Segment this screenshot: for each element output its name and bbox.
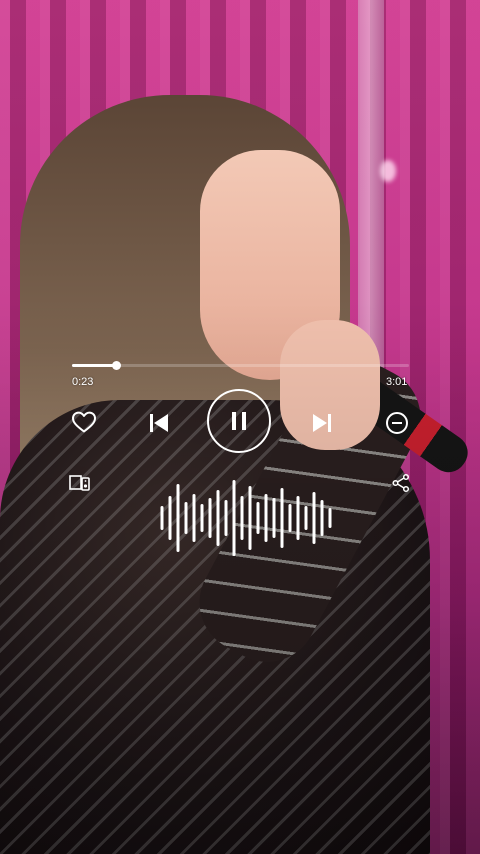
- visualizer-bar: [200, 504, 204, 532]
- visualizer-bar: [208, 498, 212, 538]
- previous-button[interactable]: [144, 408, 174, 438]
- visualizer-bar: [304, 506, 308, 530]
- visualizer-bar: [224, 500, 228, 536]
- visualizer-bar: [160, 506, 164, 530]
- visualizer-bar: [312, 492, 316, 544]
- visualizer-bar: [240, 496, 244, 540]
- visualizer-bar: [168, 496, 172, 540]
- visualizer-bar: [296, 496, 300, 540]
- visualizer-bar: [272, 498, 276, 538]
- like-button[interactable]: [70, 408, 98, 436]
- visualizer-bar: [320, 500, 324, 536]
- share-icon: [392, 473, 410, 493]
- skip-next-icon: [313, 414, 331, 432]
- progress-fill: [72, 364, 116, 367]
- devices-icon: [69, 475, 90, 491]
- device-output-button[interactable]: [68, 472, 92, 494]
- pause-icon: [232, 412, 246, 430]
- visualizer-bar: [280, 488, 284, 548]
- visualizer-bar: [232, 480, 236, 556]
- visualizer-bar: [256, 502, 260, 534]
- visualizer-bar: [264, 494, 268, 542]
- pause-button[interactable]: [207, 389, 271, 453]
- visualizer-bar: [192, 494, 196, 542]
- remove-button[interactable]: [384, 410, 410, 436]
- visualizer-bar: [248, 486, 252, 550]
- visualizer-bar: [288, 504, 292, 532]
- minus-circle-icon: [386, 412, 408, 434]
- current-time: 0:23: [72, 376, 94, 388]
- progress-bar[interactable]: [72, 361, 409, 370]
- visualizer-bar: [184, 502, 188, 534]
- audio-visualizer: [160, 480, 332, 556]
- visualizer-bar: [328, 508, 332, 528]
- share-button[interactable]: [390, 472, 412, 494]
- progress-thumb[interactable]: [111, 361, 121, 370]
- total-time: 3:01: [386, 376, 408, 388]
- skip-previous-icon: [150, 414, 168, 432]
- player-overlay: 0:23 3:01: [0, 0, 480, 854]
- heart-outline-icon: [72, 411, 96, 433]
- visualizer-bar: [216, 490, 220, 546]
- next-button[interactable]: [307, 408, 337, 438]
- visualizer-bar: [176, 484, 180, 552]
